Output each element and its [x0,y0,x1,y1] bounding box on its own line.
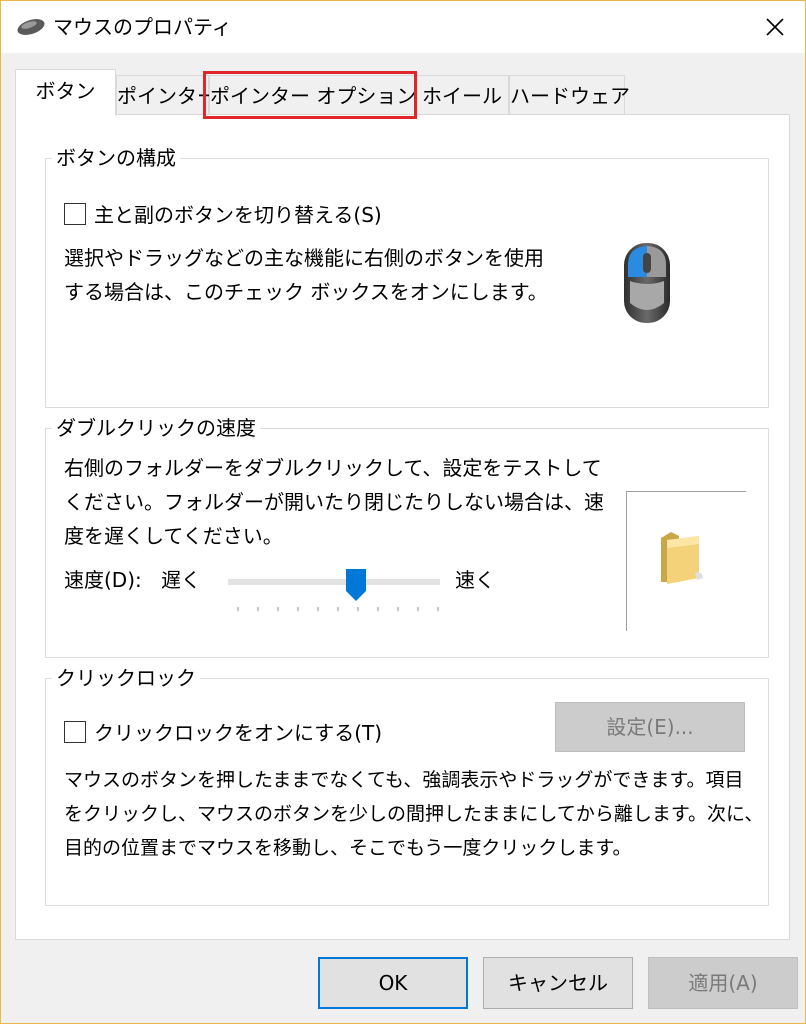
tab-hardware[interactable]: ハードウェア [509,75,630,115]
tab-wheel[interactable]: ホイール [415,75,509,115]
double-click-description: 右側のフォルダーをダブルクリックして、設定をテストして ください。フォルダーが開… [64,451,604,553]
close-icon [766,18,784,36]
speed-label: 速度(D): [64,568,142,592]
click-lock-settings-button[interactable]: 設定(E)... [555,702,745,752]
title-bar: マウスのプロパティ [1,1,805,53]
mouse-illustration-icon [624,243,670,323]
swap-buttons-checkbox[interactable] [64,202,86,225]
fast-label: 速く [455,568,495,592]
close-button[interactable] [745,1,805,53]
test-folder-area[interactable] [626,491,746,631]
click-lock-group: クリックロック クリックロックをオンにする(T) 設定(E)... マウスのボタ… [45,665,769,906]
double-click-speed-group: ダブルクリックの速度 右側のフォルダーをダブルクリックして、設定をテストして く… [45,415,769,658]
mouse-properties-dialog: マウスのプロパティ ボタン ポインター ポインター オプション ホイール ハード… [0,0,806,1024]
button-config-description-line1: 選択やドラッグなどの主な機能に右側のボタンを使用 [64,246,544,270]
double-click-description-line3: 度を遅くしてください。 [64,524,283,548]
ok-button[interactable]: OK [318,957,468,1009]
group-label-double-click: ダブルクリックの速度 [52,415,260,441]
tab-pointers[interactable]: ポインター [116,75,217,115]
folder-icon[interactable] [657,530,707,586]
button-config-group: ボタンの構成 主と副のボタンを切り替える(S) 選択やドラッグなどの主な機能に右… [45,145,769,408]
click-lock-description-line1: マウスのボタンを押したままでなくても、強調表示やドラッグができます。項目 [64,769,744,791]
mouse-icon [17,19,45,35]
window-title: マウスのプロパティ [53,15,232,39]
apply-button[interactable]: 適用(A) [648,957,798,1009]
click-lock-description: マウスのボタンを押したままでなくても、強調表示やドラッグができます。項目 をクリ… [64,763,763,865]
group-label-button-config: ボタンの構成 [52,145,180,171]
tab-panel-buttons: ボタンの構成 主と副のボタンを切り替える(S) 選択やドラッグなどの主な機能に右… [15,114,790,940]
swap-buttons-label: 主と副のボタンを切り替える(S) [94,203,382,227]
slider-ticks [237,607,439,611]
tab-pointer-options[interactable]: ポインター オプション [209,75,416,115]
slider-thumb[interactable] [346,569,366,601]
click-lock-description-line3: 目的の位置までマウスを移動し、そこでもう一度クリックします。 [64,837,632,859]
slow-label: 遅く [161,568,201,592]
double-click-description-line1: 右側のフォルダーをダブルクリックして、設定をテストして [64,456,602,480]
group-label-click-lock: クリックロック [52,665,200,691]
click-lock-label: クリックロックをオンにする(T) [94,721,383,745]
swap-buttons-checkbox-row[interactable]: 主と副のボタンを切り替える(S) [64,199,382,228]
double-click-speed-slider[interactable] [228,563,444,617]
double-click-description-line2: ください。フォルダーが開いたり閉じたりしない場合は、速 [64,490,604,514]
click-lock-checkbox[interactable] [64,720,86,743]
button-config-description: 選択やドラッグなどの主な機能に右側のボタンを使用 する場合は、このチェック ボッ… [64,241,548,309]
cancel-button[interactable]: キャンセル [483,957,633,1009]
click-lock-checkbox-row[interactable]: クリックロックをオンにする(T) [64,717,382,746]
click-lock-description-line2: をクリックし、マウスのボタンを少しの間押したままにしてから離します。次に、 [64,803,764,825]
button-config-description-line2: する場合は、このチェック ボックスをオンにします。 [64,280,548,304]
tab-buttons[interactable]: ボタン [15,69,116,116]
